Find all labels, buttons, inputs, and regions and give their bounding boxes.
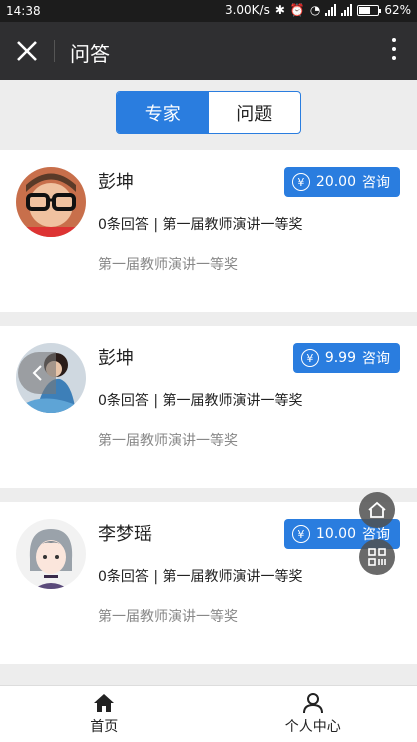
close-icon: [17, 41, 37, 61]
more-dot: [392, 47, 396, 51]
home-float-button[interactable]: [359, 492, 395, 528]
bottom-tab-bar: 首页 个人中心: [0, 685, 417, 742]
avatar: [16, 167, 86, 237]
signal-icon-2: [341, 4, 353, 16]
consult-price: 9.99: [324, 350, 356, 366]
expert-meta: 0条回答 | 第一届教师演讲一等奖: [98, 393, 303, 409]
battery-percent: 62%: [384, 3, 411, 17]
expert-desc: 第一届教师演讲一等奖: [98, 257, 238, 273]
prev-button[interactable]: [18, 352, 56, 394]
battery-icon: [357, 4, 382, 16]
network-speed: 3.00K/s: [224, 3, 270, 17]
tab-profile-label: 个人中心: [284, 719, 341, 735]
home-outline-icon: [368, 501, 386, 518]
expert-card[interactable]: 李梦瑶 ¥ 10.00 咨询 0条回答 | 第一届教师演讲一等奖 第一届教师演讲…: [0, 502, 417, 664]
consult-button[interactable]: ¥ 9.99 咨询: [292, 343, 400, 373]
expert-desc: 第一届教师演讲一等奖: [98, 609, 238, 625]
bluetooth-icon: ✱: [274, 3, 285, 17]
segment-control: 专家 问题: [116, 91, 301, 134]
consult-label: 咨询: [362, 351, 390, 367]
more-dot: [392, 38, 396, 42]
consult-button[interactable]: ¥ 20.00 咨询: [283, 167, 400, 197]
tab-home[interactable]: 首页: [0, 686, 209, 742]
yen-icon: ¥: [291, 173, 310, 191]
yen-icon: ¥: [300, 349, 319, 367]
page-title: 问答: [70, 42, 110, 66]
home-icon: [94, 694, 115, 712]
tab-questions[interactable]: 问题: [209, 92, 301, 133]
alarm-icon: ⏰: [289, 3, 305, 17]
tab-profile[interactable]: 个人中心: [209, 686, 417, 742]
grid-icon: [368, 548, 386, 566]
avatar-image: [16, 519, 86, 589]
wifi-icon: ◔: [309, 3, 321, 17]
status-indicators: 3.00K/s ✱ ⏰ ◔ 62%: [225, 3, 411, 17]
consult-price: 20.00: [315, 174, 356, 190]
expert-card[interactable]: 彭坤 ¥ 9.99 咨询 0条回答 | 第一届教师演讲一等奖 第一届教师演讲一等…: [0, 326, 417, 488]
avatar-image: [16, 167, 86, 237]
status-time: 14:38: [6, 4, 41, 18]
expert-meta: 0条回答 | 第一届教师演讲一等奖: [98, 569, 303, 585]
apps-float-button[interactable]: [359, 539, 395, 575]
more-options-button[interactable]: [391, 38, 397, 64]
user-icon: [302, 693, 323, 714]
expert-name: 彭坤: [98, 172, 134, 193]
expert-desc: 第一届教师演讲一等奖: [98, 433, 238, 449]
expert-name: 彭坤: [98, 348, 134, 369]
yen-icon: ¥: [291, 525, 310, 543]
signal-icon: [325, 4, 337, 16]
more-dot: [392, 56, 396, 60]
chevron-left-icon: [32, 365, 42, 381]
close-button[interactable]: [12, 36, 42, 66]
tab-home-label: 首页: [90, 719, 119, 735]
expert-card[interactable]: 彭坤 ¥ 20.00 咨询 0条回答 | 第一届教师演讲一等奖 第一届教师演讲一…: [0, 150, 417, 312]
avatar: [16, 519, 86, 589]
status-bar: 14:38 3.00K/s ✱ ⏰ ◔ 62%: [0, 0, 417, 22]
expert-meta: 0条回答 | 第一届教师演讲一等奖: [98, 217, 303, 233]
expert-name: 李梦瑶: [98, 524, 152, 545]
nav-bar: 问答: [0, 22, 417, 80]
tab-experts[interactable]: 专家: [117, 92, 209, 133]
consult-label: 咨询: [362, 175, 390, 191]
nav-divider: [54, 40, 55, 62]
consult-price: 10.00: [315, 526, 356, 542]
